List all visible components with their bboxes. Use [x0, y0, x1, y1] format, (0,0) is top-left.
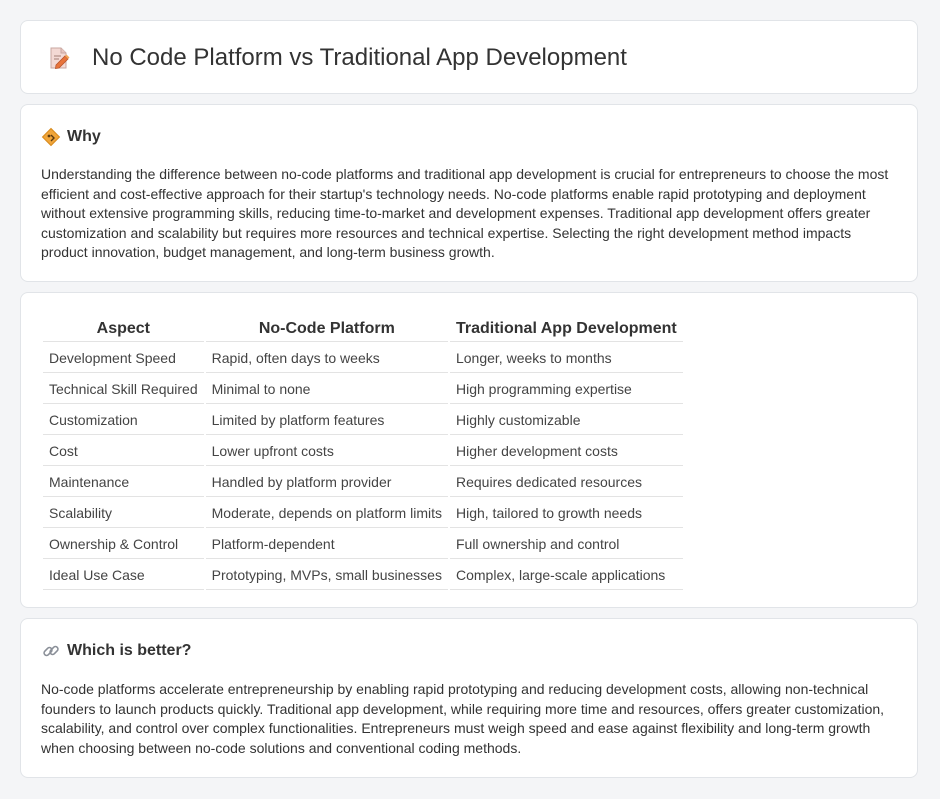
table-cell: Ownership & Control: [43, 530, 204, 559]
table-cell: Minimal to none: [205, 375, 448, 404]
table-cell: Requires dedicated resources: [449, 468, 683, 497]
table-row: Development Speed Rapid, often days to w…: [43, 344, 683, 373]
table-cell: Technical Skill Required: [43, 375, 204, 404]
table-cell: Development Speed: [43, 344, 204, 373]
column-header: Traditional App Development: [449, 316, 683, 342]
table-row: Cost Lower upfront costs Higher developm…: [43, 437, 683, 466]
table-row: Scalability Moderate, depends on platfor…: [43, 499, 683, 528]
table-row: Ideal Use Case Prototyping, MVPs, small …: [43, 561, 683, 590]
table-cell: Rapid, often days to weeks: [205, 344, 448, 373]
better-section: Which is better? No-code platforms accel…: [20, 618, 918, 778]
table-cell: Limited by platform features: [205, 406, 448, 435]
table-header-row: Aspect No-Code Platform Traditional App …: [43, 316, 683, 342]
header-card: No Code Platform vs Traditional App Deve…: [20, 20, 918, 94]
table-cell: Moderate, depends on platform limits: [205, 499, 448, 528]
column-header: No-Code Platform: [205, 316, 448, 342]
column-header: Aspect: [43, 316, 204, 342]
better-body: No-code platforms accelerate entrepreneu…: [41, 681, 885, 756]
table-cell: Customization: [43, 406, 204, 435]
table-cell: Scalability: [43, 499, 204, 528]
comparison-table: Aspect No-Code Platform Traditional App …: [41, 314, 685, 592]
table-cell: Higher development costs: [449, 437, 683, 466]
why-heading: Why: [67, 128, 101, 145]
link-icon: [43, 645, 59, 657]
page-title: No Code Platform vs Traditional App Deve…: [92, 44, 627, 71]
table-cell: Platform-dependent: [205, 530, 448, 559]
why-section: Why Understanding the difference between…: [20, 104, 918, 282]
table-cell: Complex, large-scale applications: [449, 561, 683, 590]
table-cell: Handled by platform provider: [205, 468, 448, 497]
table-cell: Maintenance: [43, 468, 204, 497]
table-row: Maintenance Handled by platform provider…: [43, 468, 683, 497]
diamond-warning-icon: [41, 127, 61, 147]
table-cell: Full ownership and control: [449, 530, 683, 559]
table-row: Ownership & Control Platform-dependent F…: [43, 530, 683, 559]
table-cell: Longer, weeks to months: [449, 344, 683, 373]
table-cell: Lower upfront costs: [205, 437, 448, 466]
table-cell: Prototyping, MVPs, small businesses: [205, 561, 448, 590]
table-cell: Cost: [43, 437, 204, 466]
better-heading-row: Which is better?: [41, 640, 191, 662]
table-cell: Ideal Use Case: [43, 561, 204, 590]
why-body: Understanding the difference between no-…: [41, 166, 889, 260]
table-row: Technical Skill Required Minimal to none…: [43, 375, 683, 404]
document-pencil-icon: [50, 47, 70, 69]
table-row: Customization Limited by platform featur…: [43, 406, 683, 435]
table-cell: High programming expertise: [449, 375, 683, 404]
table-cell: Highly customizable: [449, 406, 683, 435]
table-cell: High, tailored to growth needs: [449, 499, 683, 528]
better-heading: Which is better?: [67, 642, 192, 659]
comparison-section: Aspect No-Code Platform Traditional App …: [20, 292, 918, 608]
why-heading-row: Why: [41, 126, 101, 148]
